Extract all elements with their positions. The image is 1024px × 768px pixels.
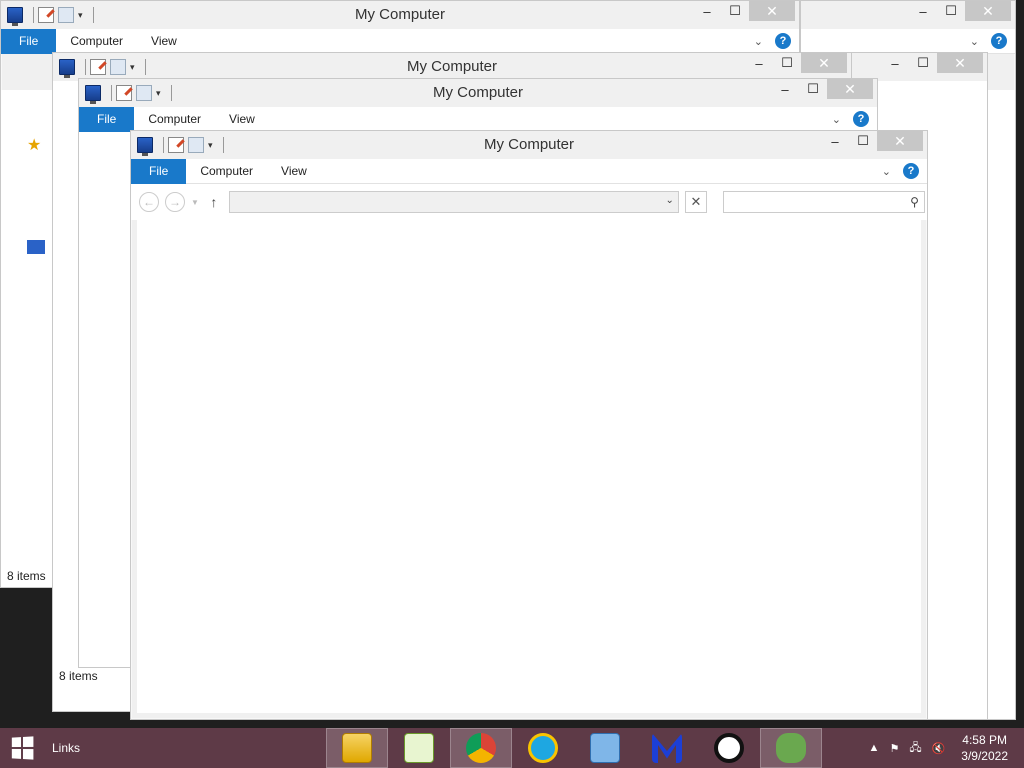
chevron-down-icon[interactable]: ⌄ [970, 35, 979, 48]
address-dropdown-icon[interactable]: ⌄ [666, 195, 674, 206]
show-hidden-icons-chevron-icon[interactable]: ▲ [869, 742, 880, 754]
volume-muted-icon[interactable]: 🔇 [932, 742, 946, 755]
tab-file[interactable]: File [1, 28, 57, 54]
ribbon: File Computer View ⌄ ? [131, 158, 927, 184]
close-button[interactable]: ✕ [749, 1, 795, 21]
window-title: My Computer [483, 136, 575, 153]
address-bar[interactable]: ⌄ [228, 191, 679, 213]
tab-computer[interactable]: Computer [134, 112, 215, 126]
maximize-button[interactable]: ☐ [849, 131, 877, 151]
control-panel-icon [590, 733, 620, 763]
minimize-button[interactable]: – [909, 1, 937, 21]
malwarebytes-taskbar-button[interactable] [636, 728, 698, 768]
clear-address-button[interactable]: ✕ [684, 191, 707, 213]
file-explorer-taskbar-button[interactable] [326, 728, 388, 768]
navigation-bar: ← → ▼ ↑ ⌄ ✕ ⚲ [131, 184, 927, 220]
close-button[interactable]: ✕ [877, 131, 923, 151]
favorites-star-icon: ★ [27, 137, 42, 154]
tab-file[interactable]: File [79, 106, 135, 132]
close-button[interactable]: ✕ [965, 1, 1011, 21]
title-bar: ▾ My Computer – ☐ ✕ [53, 53, 851, 81]
tab-view[interactable]: View [215, 112, 269, 126]
notepad-plus-plus-taskbar-button[interactable] [388, 728, 450, 768]
maximize-button[interactable]: ☐ [799, 79, 827, 99]
close-button[interactable]: ✕ [827, 79, 873, 99]
internet-explorer-taskbar-button[interactable] [512, 728, 574, 768]
minimize-button[interactable]: – [881, 53, 909, 73]
item-count: 8 items [7, 569, 46, 583]
title-bar: – ☐ ✕ [801, 1, 1015, 29]
title-bar: ▾ My Computer – ☐ ✕ [79, 79, 877, 107]
window-title: My Computer [432, 84, 524, 101]
tab-view[interactable]: View [267, 164, 321, 178]
title-bar[interactable]: ▾ My Computer – ☐ ✕ [131, 131, 927, 159]
taskbar: Links ▲ ⚑ 🖧 🔇 4:58 PM 3/9/2022 [0, 728, 1024, 768]
tab-computer[interactable]: Computer [186, 164, 267, 178]
notepad-plus-plus-icon [404, 733, 434, 763]
start-button[interactable] [0, 728, 44, 768]
chevron-down-icon[interactable]: ⌄ [754, 35, 763, 48]
system-tray: ▲ ⚑ 🖧 🔇 4:58 PM 3/9/2022 [869, 728, 1024, 768]
minimize-button[interactable]: – [771, 79, 799, 99]
window-title: My Computer [406, 58, 498, 75]
maximize-button[interactable]: ☐ [937, 1, 965, 21]
control-panel-taskbar-button[interactable] [574, 728, 636, 768]
title-bar: ▾ My Computer – ☐ ✕ [1, 1, 799, 29]
computer-icon [27, 240, 45, 254]
clock[interactable]: 4:58 PM 3/9/2022 [961, 732, 1008, 764]
help-icon[interactable]: ? [903, 163, 919, 179]
tab-view[interactable]: View [137, 34, 191, 48]
links-toolbar[interactable]: Links [52, 741, 80, 755]
chevron-down-icon[interactable]: ⌄ [832, 113, 841, 126]
chrome-icon [466, 733, 496, 763]
minimize-button[interactable]: – [821, 131, 849, 151]
help-icon[interactable]: ? [853, 111, 869, 127]
malwarebytes-icon [652, 733, 682, 763]
content-area[interactable] [137, 220, 921, 713]
action-center-flag-icon[interactable]: ⚑ [889, 742, 899, 755]
cursor-app-taskbar-button[interactable] [698, 728, 760, 768]
ribbon: File Computer View ⌄ ? [1, 28, 799, 54]
forward-button[interactable]: → [165, 192, 185, 212]
ribbon: File Computer View ⌄ ? [79, 106, 877, 132]
taskbar-apps [326, 728, 822, 768]
item-count: 8 items [59, 669, 98, 683]
window-title: My Computer [354, 6, 446, 23]
maximize-button[interactable]: ☐ [721, 1, 749, 21]
explorer-window-front[interactable]: ▾ My Computer – ☐ ✕ File Computer View ⌄… [130, 130, 928, 720]
minimize-button[interactable]: – [693, 1, 721, 21]
tab-computer[interactable]: Computer [56, 34, 137, 48]
maximize-button[interactable]: ☐ [773, 53, 801, 73]
search-box[interactable]: ⚲ [722, 191, 925, 213]
help-icon[interactable]: ? [991, 33, 1007, 49]
network-icon[interactable]: 🖧 [909, 739, 921, 758]
file-explorer-icon [342, 733, 372, 763]
frog-app-taskbar-button[interactable] [760, 728, 822, 768]
chrome-taskbar-button[interactable] [450, 728, 512, 768]
frog-app-icon [776, 733, 806, 763]
clock-date: 3/9/2022 [961, 749, 1008, 763]
expand-ribbon-chevron-icon[interactable]: ⌄ [882, 165, 891, 178]
close-button[interactable]: ✕ [937, 53, 983, 73]
close-button[interactable]: ✕ [801, 53, 847, 73]
up-arrow-icon[interactable]: ↑ [205, 194, 223, 210]
search-icon[interactable]: ⚲ [910, 195, 919, 209]
tab-file[interactable]: File [131, 158, 187, 184]
minimize-button[interactable]: – [745, 53, 773, 73]
maximize-button[interactable]: ☐ [909, 53, 937, 73]
recent-locations-dropdown-icon[interactable]: ▼ [191, 198, 199, 207]
ribbon: ⌄ ? [801, 29, 1015, 54]
help-icon[interactable]: ? [775, 33, 791, 49]
windows-logo-icon [11, 736, 34, 760]
back-button[interactable]: ← [139, 192, 159, 212]
internet-explorer-icon [528, 733, 558, 763]
clock-time: 4:58 PM [962, 733, 1007, 747]
cursor-app-icon [714, 733, 744, 763]
